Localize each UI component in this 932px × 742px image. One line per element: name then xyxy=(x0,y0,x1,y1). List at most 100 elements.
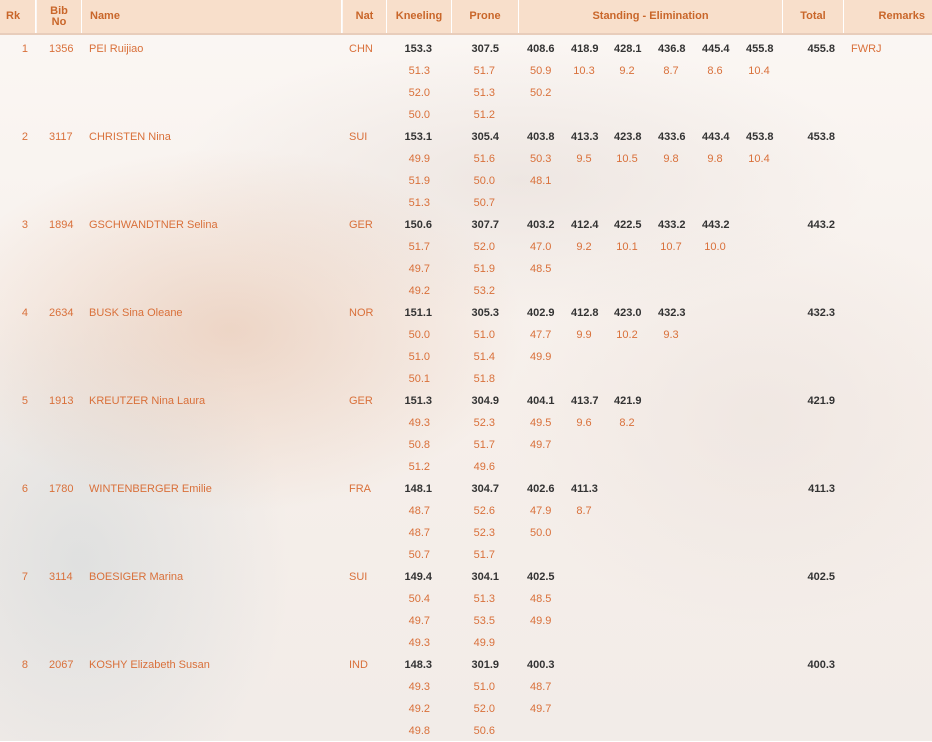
results-table: Rk Bib No Name Nat Kneeling Prone Standi… xyxy=(0,0,932,739)
kneeling-total: 151.1 xyxy=(404,307,432,319)
header-bib: Bib No xyxy=(37,0,82,33)
kneeling-series: 48.7 xyxy=(408,505,430,517)
name-cell: BOESIGER Marina xyxy=(89,571,184,583)
bib-cell: 3114 xyxy=(49,571,73,583)
standing-series: 9.9 xyxy=(576,329,592,341)
standing-total: 421.9 xyxy=(614,395,642,407)
kneeling-series: 49.9 xyxy=(408,153,430,165)
nat-cell: GER xyxy=(349,219,373,231)
nat-cell: CHN xyxy=(349,43,373,55)
standing-total: 423.8 xyxy=(614,131,642,143)
prone-series: 51.6 xyxy=(473,153,495,165)
prone-total: 305.3 xyxy=(471,307,499,319)
standing-total: 412.4 xyxy=(571,219,599,231)
standing-total: 423.0 xyxy=(614,307,642,319)
series-line: 49.7 51.9 48.5 xyxy=(0,258,932,280)
remarks-cell xyxy=(851,478,921,500)
kneeling-series: 50.4 xyxy=(408,593,430,605)
table-body: 1 1356 PEI Ruijiao CHN 153.3 307.5 408.6 418.9 4… xyxy=(0,35,932,739)
total-cell: 421.9 xyxy=(807,395,835,407)
bib-cell: 1894 xyxy=(49,219,74,231)
kneeling-series: 50.0 xyxy=(408,329,430,341)
kneeling-series: 49.7 xyxy=(408,615,430,627)
prone-series: 52.0 xyxy=(473,703,495,715)
kneeling-series: 49.3 xyxy=(408,681,430,693)
main-line: 4 2634 BUSK Sina Oleane NOR 151.1 305.3 402.9 4… xyxy=(0,302,932,324)
bib-cell: 2634 xyxy=(49,307,74,319)
standing-series: 50.0 xyxy=(530,527,552,539)
name-cell: GSCHWANDTNER Selina xyxy=(89,219,218,231)
prone-series: 51.4 xyxy=(473,351,495,363)
kneeling-series: 49.3 xyxy=(408,417,430,429)
prone-series: 52.3 xyxy=(473,417,495,429)
total-cell: 411.3 xyxy=(808,483,835,495)
bib-cell: 1913 xyxy=(49,395,74,407)
standing-series: 10.5 xyxy=(616,153,638,165)
standing-total: 403.2 xyxy=(527,219,555,231)
standing-series: 9.5 xyxy=(576,153,592,165)
name-cell: PEI Ruijiao xyxy=(89,43,144,55)
standing-series: 9.3 xyxy=(663,329,679,341)
kneeling-total: 153.3 xyxy=(404,43,432,55)
header-standing: Standing - Elimination xyxy=(519,0,783,33)
standing-series: 50.3 xyxy=(530,153,552,165)
bib-cell: 1356 xyxy=(49,43,74,55)
standing-total: 403.8 xyxy=(527,131,555,143)
series-line: 50.8 51.7 49.7 xyxy=(0,434,932,456)
prone-total: 305.4 xyxy=(471,131,499,143)
standing-total: 402.6 xyxy=(527,483,555,495)
standing-series: 48.5 xyxy=(530,263,552,275)
kneeling-total: 153.1 xyxy=(404,131,432,143)
remarks-cell xyxy=(851,302,921,324)
main-line: 6 1780 WINTENBERGER Emilie FRA 148.1 304.7 402… xyxy=(0,478,932,500)
kneeling-total: 150.6 xyxy=(404,219,432,231)
main-line: 3 1894 GSCHWANDTNER Selina GER 150.6 307.7 403… xyxy=(0,214,932,236)
standing-series: 47.7 xyxy=(530,329,552,341)
standing-total: 418.9 xyxy=(571,43,599,55)
table-header: Rk Bib No Name Nat Kneeling Prone Standi… xyxy=(0,0,932,35)
series-line: 51.9 50.0 48.1 xyxy=(0,170,932,192)
standing-total: 443.2 xyxy=(702,219,730,231)
rank-cell: 3 xyxy=(21,219,28,231)
kneeling-series: 51.0 xyxy=(408,351,430,363)
series-line: 49.9 51.6 50.3 9.5 10.5 9.8 9.8 10.4 xyxy=(0,148,932,170)
kneeling-total: 148.3 xyxy=(404,659,432,671)
total-cell: 402.5 xyxy=(807,571,835,583)
table-row: 2 3117 CHRISTEN Nina SUI 153.1 305.4 403.8 413.… xyxy=(0,123,932,211)
remarks-cell xyxy=(851,654,921,676)
series-line: 48.7 52.3 50.0 xyxy=(0,522,932,544)
standing-total: 455.8 xyxy=(746,43,774,55)
series-line: 51.0 51.4 49.9 xyxy=(0,346,932,368)
standing-total: 412.8 xyxy=(571,307,599,319)
prone-series: 52.6 xyxy=(473,505,495,517)
series-line: 49.8 50.6 xyxy=(0,720,932,742)
header-name: Name xyxy=(82,0,342,33)
series-line: 49.7 53.5 49.9 xyxy=(0,610,932,632)
series-line: 50.0 51.0 47.7 9.9 10.2 9.3 xyxy=(0,324,932,346)
main-line: 2 3117 CHRISTEN Nina SUI 153.1 305.4 403.8 413.… xyxy=(0,126,932,148)
series-line: 49.2 52.0 49.7 xyxy=(0,698,932,720)
standing-series: 10.2 xyxy=(616,329,638,341)
series-line: 50.4 51.3 48.5 xyxy=(0,588,932,610)
standing-total: 402.5 xyxy=(527,571,555,583)
prone-series: 52.0 xyxy=(473,241,495,253)
header-total: Total xyxy=(783,0,844,33)
standing-series: 48.5 xyxy=(530,593,552,605)
remarks-cell: FWRJ xyxy=(851,43,882,55)
standing-series: 10.4 xyxy=(748,153,770,165)
total-cell: 453.8 xyxy=(807,131,835,143)
nat-cell: SUI xyxy=(349,131,368,143)
prone-series: 53.5 xyxy=(473,615,495,627)
nat-cell: FRA xyxy=(349,483,371,495)
standing-total: 433.6 xyxy=(658,131,686,143)
standing-total: 422.5 xyxy=(614,219,642,231)
standing-series: 10.1 xyxy=(616,241,638,253)
standing-series: 49.9 xyxy=(530,351,552,363)
standing-total: 411.3 xyxy=(571,483,598,495)
rank-cell: 6 xyxy=(21,483,28,495)
rank-cell: 4 xyxy=(21,307,28,319)
rank-cell: 5 xyxy=(21,395,28,407)
prone-total: 304.9 xyxy=(471,395,499,407)
total-cell: 455.8 xyxy=(807,43,835,55)
standing-series: 9.6 xyxy=(576,417,592,429)
